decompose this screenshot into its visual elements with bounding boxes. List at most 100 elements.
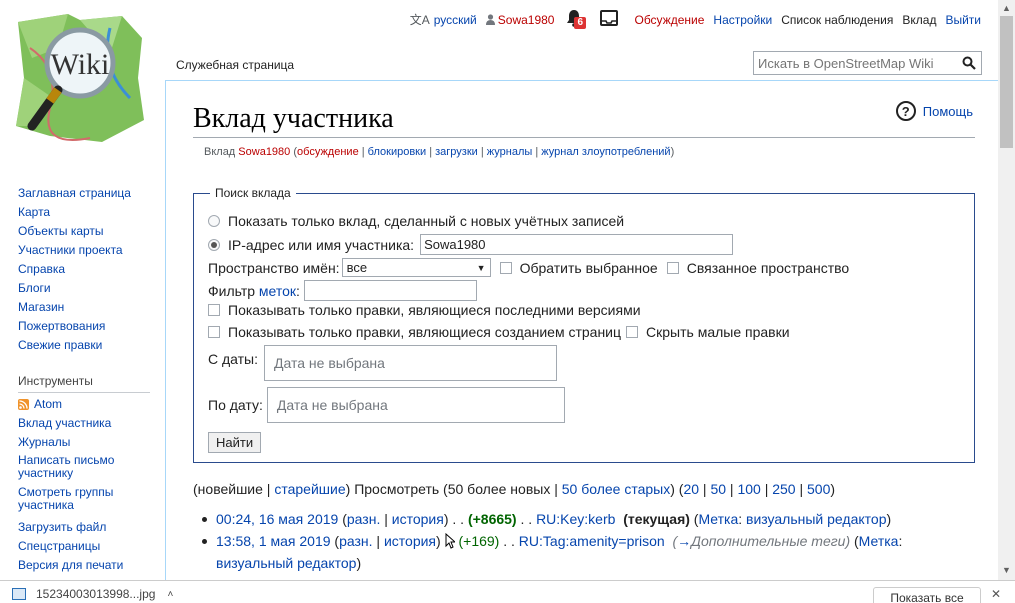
user-page-link[interactable]: Sowa1980: [485, 12, 555, 27]
subtitle-user-link[interactable]: Sowa1980: [238, 146, 290, 158]
contrib-tag-label[interactable]: Метка: [859, 533, 899, 549]
sidebar-item-map[interactable]: Карта: [18, 203, 158, 222]
subtitle-uploads-link[interactable]: загрузки: [435, 146, 478, 158]
subtitle-abuse-log-link[interactable]: журнал злоупотреблений: [541, 146, 670, 158]
sidebar-tools-heading: Инструменты: [18, 374, 150, 393]
only-latest-checkbox[interactable]: [208, 304, 220, 316]
pager-limit-20[interactable]: 20: [683, 481, 699, 497]
radio-newbies-row[interactable]: Показать только вклад, сделанный с новых…: [208, 213, 624, 229]
associated-label: Связанное пространство: [686, 259, 850, 276]
hide-minor-checkbox[interactable]: [626, 326, 639, 338]
namespace-select-value: все: [346, 260, 368, 275]
contrib-tag-label[interactable]: Метка: [698, 511, 738, 527]
notifications-alert[interactable]: 6: [566, 9, 587, 30]
help-icon: ?: [895, 101, 916, 121]
language-link[interactable]: русский: [434, 13, 477, 27]
contrib-tag-value[interactable]: визуальный редактор: [746, 511, 886, 527]
pager-oldest-link[interactable]: старейшие: [274, 481, 345, 497]
dropdown-arrow-icon: ▼: [476, 262, 486, 273]
namespace-select[interactable]: все ▼: [341, 258, 491, 277]
sidebar-item-atom-label: Atom: [34, 397, 63, 411]
sidebar-item-atom[interactable]: Atom: [18, 395, 158, 414]
scrollbar-thumb[interactable]: [1000, 16, 1013, 148]
site-logo[interactable]: Wiki: [10, 8, 150, 148]
tag-filter-colon: :: [296, 282, 300, 299]
search-icon[interactable]: [962, 56, 976, 70]
contrib-diff-link[interactable]: разн.: [347, 511, 380, 527]
contrib-page-link[interactable]: RU:Tag:amenity=prison: [519, 533, 665, 549]
contrib-hist-link[interactable]: история: [384, 533, 436, 549]
sidebar-item-main-page[interactable]: Заглавная страница: [18, 184, 158, 203]
page-scrollbar[interactable]: ▲ ▼: [998, 0, 1015, 580]
from-date-input[interactable]: Дата не выбрана: [264, 345, 558, 381]
show-all-downloads-button[interactable]: Показать все: [873, 587, 981, 603]
radio-user[interactable]: [208, 238, 220, 251]
sidebar-tools: Atom Вклад участника Журналы Написать пи…: [18, 395, 158, 575]
sidebar-item-blogs[interactable]: Блоги: [18, 279, 158, 298]
contrib-diff-link[interactable]: разн.: [339, 533, 372, 549]
logout-link[interactable]: Выйти: [945, 13, 981, 27]
pager-older-link[interactable]: 50 более старых: [562, 481, 670, 497]
search-submit-button[interactable]: Найти: [208, 432, 262, 453]
search-input[interactable]: [754, 52, 954, 74]
watchlist-link[interactable]: Список наблюдения: [781, 13, 893, 27]
preferences-link[interactable]: Настройки: [713, 13, 772, 27]
sidebar-item-help[interactable]: Справка: [18, 260, 158, 279]
from-date-row: С даты: Дата не выбрана: [208, 345, 558, 381]
talk-link[interactable]: Обсуждение: [634, 13, 704, 27]
sidebar-item-donations[interactable]: Пожертвования: [18, 317, 158, 336]
contrib-date-link[interactable]: 13:58, 1 мая 2019: [216, 533, 331, 549]
radio-newbies[interactable]: [208, 215, 220, 227]
sidebar-item-printable-version[interactable]: Версия для печати: [18, 556, 158, 575]
sidebar-item-contributors[interactable]: Участники проекта: [18, 241, 158, 260]
sidebar-item-special-pages[interactable]: Спецстраницы: [18, 537, 158, 556]
contrib-hist-link[interactable]: история: [392, 511, 444, 527]
subtitle-talk-link[interactable]: обсуждение: [297, 146, 359, 158]
tab-special-page[interactable]: Служебная страница: [167, 48, 304, 81]
pager-limit-100[interactable]: 100: [737, 481, 760, 497]
pager-view-label: Просмотреть: [354, 481, 440, 497]
download-filename: 15234003013998...jpg: [36, 587, 156, 601]
close-icon[interactable]: ✕: [991, 587, 1001, 601]
download-item[interactable]: 15234003013998...jpg ˄: [12, 587, 173, 601]
language-selector[interactable]: 文A русский: [410, 11, 477, 28]
chevron-up-icon[interactable]: ˄: [167, 589, 173, 600]
only-latest-row[interactable]: Показывать только правки, являющиеся пос…: [208, 302, 641, 318]
pager-limit-250[interactable]: 250: [772, 481, 795, 497]
radio-user-row[interactable]: IP-адрес или имя участника:: [208, 234, 734, 255]
sidebar-item-user-groups[interactable]: Смотреть группы участника: [18, 486, 158, 512]
sidebar-item-recent-changes[interactable]: Свежие правки: [18, 336, 158, 355]
scroll-up-icon[interactable]: ▲: [1002, 3, 1011, 13]
to-date-input[interactable]: Дата не выбрана: [266, 387, 565, 423]
contrib-summary-arrow[interactable]: →: [677, 533, 691, 549]
contrib-tag-value[interactable]: визуальный редактор: [216, 555, 356, 571]
contributions-link[interactable]: Вклад: [902, 13, 936, 27]
only-new-pages-checkbox[interactable]: [208, 326, 220, 338]
invert-checkbox[interactable]: [499, 261, 512, 274]
sidebar-item-logs[interactable]: Журналы: [18, 433, 158, 452]
radio-user-label: IP-адрес или имя участника:: [228, 236, 415, 253]
tag-filter-input[interactable]: [303, 280, 477, 301]
help-link[interactable]: ? Помощь: [895, 101, 973, 121]
list-item: 13:58, 1 мая 2019 (разн. | история) (+16…: [198, 530, 918, 574]
contrib-date-link[interactable]: 00:24, 16 мая 2019: [216, 511, 338, 527]
sidebar-item-email-user[interactable]: Написать письмо участнику: [18, 454, 158, 480]
tray-icon: [600, 10, 619, 29]
sidebar-item-map-features[interactable]: Объекты карты: [18, 222, 158, 241]
sidebar-item-user-contributions[interactable]: Вклад участника: [18, 414, 158, 433]
sidebar-item-shop[interactable]: Магазин: [18, 298, 158, 317]
sidebar-item-upload-file[interactable]: Загрузить файл: [18, 518, 158, 537]
subtitle-logs-link[interactable]: журналы: [487, 146, 533, 158]
subtitle-blocks-link[interactable]: блокировки: [368, 146, 426, 158]
tag-filter-link[interactable]: меток: [259, 283, 296, 299]
pager-limit-50[interactable]: 50: [710, 481, 726, 497]
pager-limit-500[interactable]: 500: [807, 481, 830, 497]
notifications-notice[interactable]: [600, 10, 619, 29]
contrib-page-link[interactable]: RU:Key:kerb: [536, 511, 615, 527]
notification-count-badge: 6: [574, 17, 587, 29]
username-input[interactable]: [420, 234, 734, 255]
username: Sowa1980: [497, 12, 555, 27]
scroll-down-icon[interactable]: ▼: [1002, 565, 1011, 575]
associated-checkbox[interactable]: [666, 261, 679, 274]
search-box: [753, 51, 982, 75]
